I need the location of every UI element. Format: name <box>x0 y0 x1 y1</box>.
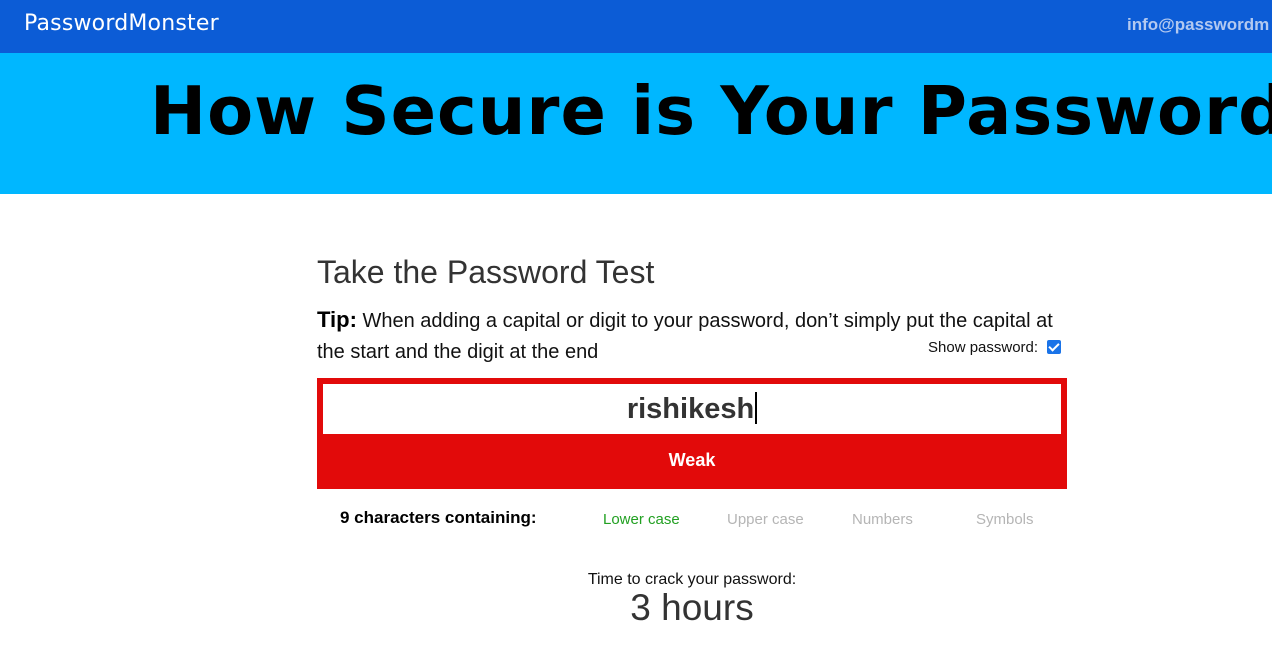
hero-title: How Secure is Your Password? <box>150 72 1272 150</box>
criteria-symbols: Symbols <box>976 511 1034 528</box>
tip-text: Tip: When adding a capital or digit to y… <box>317 304 1067 368</box>
crack-time-value: 3 hours <box>630 587 754 628</box>
criteria-lower-case: Lower case <box>603 511 680 528</box>
show-password-label: Show password: <box>928 339 1039 356</box>
top-navbar: PasswordMonster info@passwordm <box>0 0 1272 53</box>
strength-label: Weak <box>668 450 716 470</box>
section-heading: Take the Password Test <box>317 254 655 290</box>
contact-email-link[interactable]: info@passwordm <box>1127 15 1272 35</box>
character-count: 9 characters containing: <box>340 508 537 527</box>
show-password-checkbox[interactable] <box>1047 340 1061 354</box>
password-value: rishikesh <box>626 393 755 425</box>
criteria-upper-case: Upper case <box>727 511 804 528</box>
text-caret <box>755 392 758 425</box>
password-input[interactable]: rishikesh <box>323 384 1061 434</box>
tip-label: Tip: <box>317 307 357 332</box>
password-strength-meter: rishikesh Weak <box>317 378 1067 489</box>
hero-banner: How Secure is Your Password? <box>0 53 1272 194</box>
brand-logo[interactable]: PasswordMonster <box>24 11 219 36</box>
criteria-numbers: Numbers <box>852 511 913 528</box>
